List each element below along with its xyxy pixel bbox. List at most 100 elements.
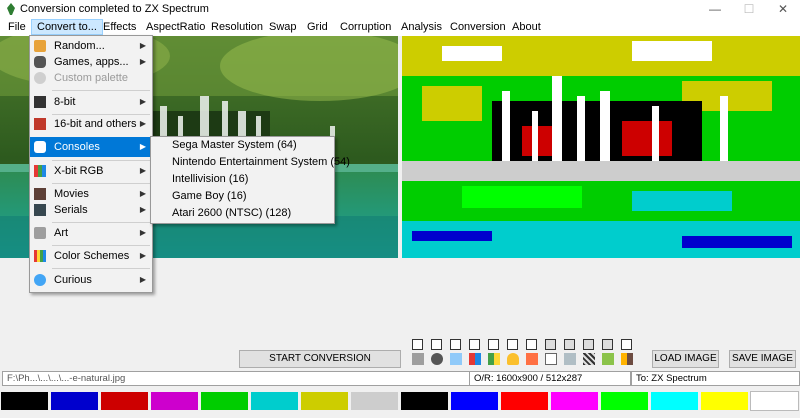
maximize-button[interactable]: ☐: [732, 0, 766, 18]
palette-swatch[interactable]: [601, 392, 648, 410]
submenu-item-nes[interactable]: Nintendo Entertainment System (54): [151, 154, 350, 171]
option-checkbox-2[interactable]: [431, 339, 442, 350]
menu-item-label: Serials: [54, 204, 88, 216]
menu-item-x-bit-rgb[interactable]: X-bit RGB ▶: [30, 161, 152, 181]
menu-item-consoles[interactable]: Consoles ▶: [30, 137, 152, 157]
menu-item-serials[interactable]: Serials ▶: [30, 200, 152, 220]
palette-swatch[interactable]: [1, 392, 48, 410]
computer-icon: [34, 96, 46, 108]
start-conversion-button[interactable]: START CONVERSION: [239, 350, 401, 368]
option-checkbox-4[interactable]: [469, 339, 480, 350]
menu-analysis[interactable]: Analysis: [396, 20, 447, 35]
monitor-icon: [34, 118, 46, 130]
menu-item-label: X-bit RGB: [54, 165, 104, 177]
close-button[interactable]: ✕: [766, 0, 800, 18]
submenu-item-sega-master-system[interactable]: Sega Master System (64): [151, 137, 334, 154]
option-checkbox-3[interactable]: [450, 339, 461, 350]
resolution-field: O/R: 1600x900 / 512x287: [469, 371, 631, 386]
contrast-icon[interactable]: [431, 353, 443, 365]
palette-swatch[interactable]: [451, 392, 498, 410]
submenu-item-label: Game Boy (16): [172, 190, 247, 202]
palette-swatch[interactable]: [201, 392, 248, 410]
palette-swatch[interactable]: [501, 392, 548, 410]
tv-icon: [34, 204, 46, 216]
option-checkbox-12[interactable]: [621, 339, 632, 350]
grayscale-icon[interactable]: [412, 353, 424, 365]
option-checkbox-9[interactable]: [564, 339, 575, 350]
option-checkbox-5[interactable]: [488, 339, 499, 350]
menu-separator: [52, 268, 150, 269]
option-checkbox-6[interactable]: [507, 339, 518, 350]
menu-file[interactable]: File: [3, 20, 31, 35]
rgb-swap-icon[interactable]: [469, 353, 481, 365]
menu-about[interactable]: About: [507, 20, 546, 35]
image-icon[interactable]: [602, 353, 614, 365]
palette-swatch[interactable]: [151, 392, 198, 410]
menu-aspect-ratio[interactable]: AspectRatio: [141, 20, 210, 35]
option-checkbox-7[interactable]: [526, 339, 537, 350]
pattern-icon[interactable]: [583, 353, 595, 365]
submenu-arrow-icon: ▶: [139, 119, 146, 128]
copy-icon[interactable]: [450, 353, 462, 365]
option-checkbox-8[interactable]: [545, 339, 556, 350]
globe-icon: [34, 274, 46, 286]
menu-convert-to[interactable]: Convert to...: [31, 19, 103, 35]
menu-item-label: 8-bit: [54, 96, 76, 108]
menu-item-label: 16-bit and others: [54, 118, 137, 130]
option-checkbox-1[interactable]: [412, 339, 423, 350]
submenu-arrow-icon: ▶: [139, 142, 146, 151]
submenu-arrow-icon: ▶: [139, 251, 146, 260]
submenu-item-label: Intellivision (16): [172, 173, 249, 185]
console-icon: [34, 141, 46, 153]
palette-swatch[interactable]: [351, 392, 398, 410]
palette-swatch[interactable]: [701, 392, 748, 410]
bulb-icon[interactable]: [507, 353, 519, 365]
brush-icon: [34, 227, 46, 239]
palette-swatch[interactable]: [51, 392, 98, 410]
submenu-item-atari-2600[interactable]: Atari 2600 (NTSC) (128): [151, 205, 334, 222]
menu-item-label: Curious: [54, 274, 92, 286]
palette-swatch[interactable]: [301, 392, 348, 410]
palette-swatch[interactable]: [750, 391, 799, 411]
palette-grid-icon[interactable]: [621, 353, 633, 365]
dice-icon: [34, 40, 46, 52]
app-icon: [7, 3, 15, 15]
minimize-button[interactable]: —: [698, 0, 732, 18]
menu-resolution[interactable]: Resolution: [206, 20, 268, 35]
menu-bar: File Convert to... Effects AspectRatio R…: [0, 18, 800, 36]
menu-item-label: Color Schemes: [54, 250, 130, 262]
menu-grid[interactable]: Grid: [302, 20, 333, 35]
menu-item-art[interactable]: Art ▶: [30, 223, 152, 243]
menu-effects[interactable]: Effects: [98, 20, 141, 35]
menu-item-label: Consoles: [54, 141, 100, 153]
submenu-arrow-icon: ▶: [139, 97, 146, 106]
resize-icon[interactable]: [564, 353, 576, 365]
menu-item-label: Custom palette: [54, 72, 128, 84]
consoles-submenu: Sega Master System (64) Nintendo Enterta…: [150, 136, 350, 224]
menu-item-label: Art: [54, 227, 69, 239]
palette-swatch[interactable]: [401, 392, 448, 410]
brightness-icon[interactable]: [526, 353, 538, 365]
effect-options-toolbar: [412, 339, 642, 365]
load-image-button[interactable]: LOAD IMAGE: [652, 350, 719, 368]
save-image-button[interactable]: SAVE IMAGE: [729, 350, 796, 368]
palette-swatch[interactable]: [251, 392, 298, 410]
palette-swatch[interactable]: [551, 392, 598, 410]
option-checkbox-11[interactable]: [602, 339, 613, 350]
menu-item-8-bit[interactable]: 8-bit ▶: [30, 92, 152, 112]
submenu-item-intellivision[interactable]: Intellivision (16): [151, 171, 334, 188]
menu-item-16-bit[interactable]: 16-bit and others ▶: [30, 114, 152, 134]
submenu-item-game-boy[interactable]: Game Boy (16): [151, 188, 334, 205]
monitor-icon[interactable]: [545, 353, 557, 365]
menu-item-curious[interactable]: Curious ▶: [30, 270, 152, 290]
menu-item-color-schemes[interactable]: Color Schemes ▶: [30, 246, 152, 266]
rgb-icon: [34, 165, 46, 177]
menu-conversion[interactable]: Conversion: [445, 20, 511, 35]
menu-swap[interactable]: Swap: [264, 20, 302, 35]
menu-corruption[interactable]: Corruption: [335, 20, 396, 35]
palette-swatch[interactable]: [101, 392, 148, 410]
color-grid-icon[interactable]: [488, 353, 500, 365]
option-checkbox-10[interactable]: [583, 339, 594, 350]
target-format-field: To: ZX Spectrum: [631, 371, 800, 386]
palette-swatch[interactable]: [651, 392, 698, 410]
